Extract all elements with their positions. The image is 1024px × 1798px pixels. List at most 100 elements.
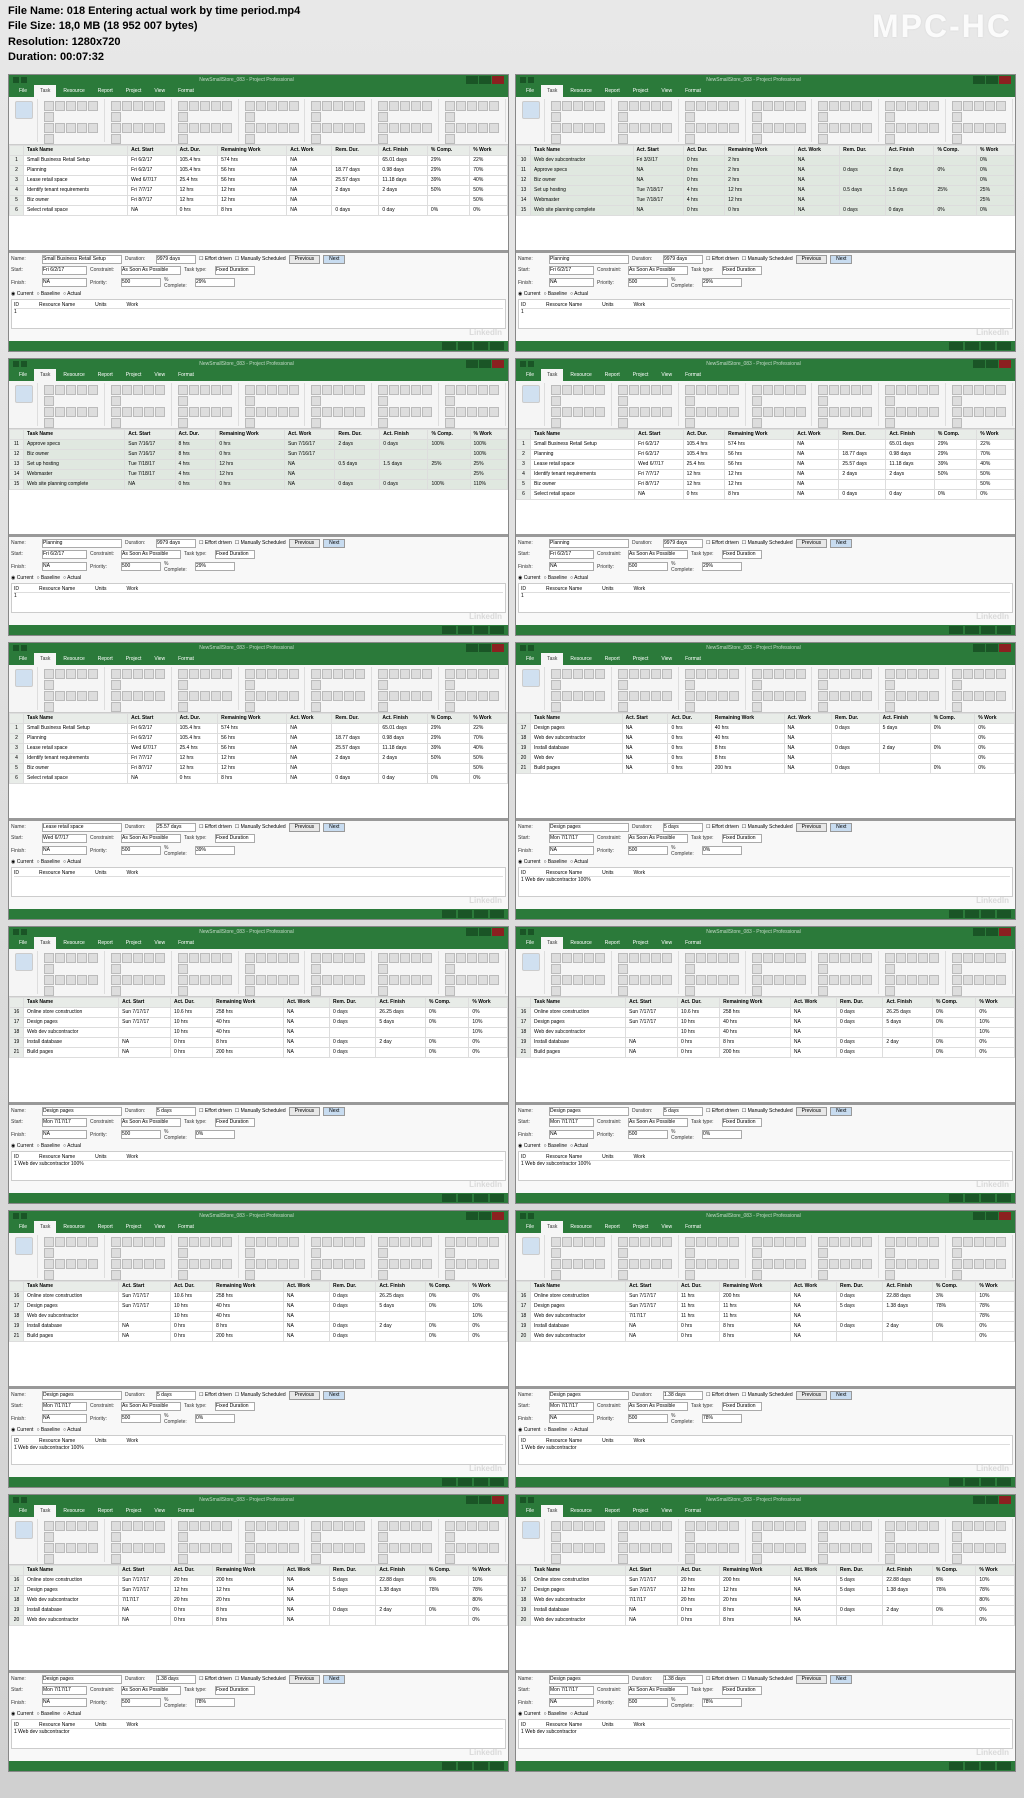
ribbon-button[interactable] <box>311 1270 321 1280</box>
resource-row[interactable]: 1 Web dev subcontractor <box>521 1729 1010 1735</box>
data-cell[interactable]: 0% <box>426 1605 469 1615</box>
data-cell[interactable]: 22% <box>470 155 508 165</box>
ribbon-button[interactable] <box>752 385 762 395</box>
ribbon-button[interactable] <box>862 669 872 679</box>
task-name-cell[interactable]: Biz owner <box>531 175 634 185</box>
ribbon-button[interactable] <box>422 669 432 679</box>
data-cell[interactable]: 4 <box>10 185 24 195</box>
data-cell[interactable]: NA <box>794 155 839 165</box>
ribbon-button[interactable] <box>111 1270 121 1280</box>
duration-input[interactable]: 9979 days <box>156 255 196 264</box>
ribbon-button[interactable] <box>862 385 872 395</box>
data-cell[interactable]: NA <box>790 1321 836 1331</box>
data-cell[interactable]: 12 hrs <box>213 1585 284 1595</box>
table-row[interactable]: 4Identify tenant requirementsFri 7/7/171… <box>10 753 508 763</box>
column-header[interactable] <box>10 1565 24 1575</box>
ribbon-button[interactable] <box>311 953 321 963</box>
baseline-radio[interactable]: ○ Baseline <box>36 1427 60 1433</box>
column-header[interactable]: Act. Work <box>794 145 839 155</box>
ribbon-button[interactable] <box>445 953 455 963</box>
data-cell[interactable]: 200 hrs <box>213 1575 284 1585</box>
ribbon-button[interactable] <box>77 691 87 701</box>
ribbon-button[interactable] <box>189 385 199 395</box>
ribbon-button[interactable] <box>963 669 973 679</box>
ribbon-button[interactable] <box>133 385 143 395</box>
task-name-cell[interactable]: Web dev subcontractor <box>24 1615 119 1625</box>
ribbon-button[interactable] <box>696 407 706 417</box>
ribbon-button[interactable] <box>885 407 895 417</box>
ribbon-button[interactable] <box>178 101 188 111</box>
tab-view[interactable]: View <box>148 369 171 381</box>
ribbon-button[interactable] <box>885 1521 895 1531</box>
data-cell[interactable]: NA <box>794 165 839 175</box>
ribbon-button[interactable] <box>422 691 432 701</box>
ribbon-button[interactable] <box>200 407 210 417</box>
data-cell[interactable]: 40 hrs <box>213 1311 284 1321</box>
resource-row[interactable]: 1 Web dev subcontractor 100% <box>521 877 1010 883</box>
data-cell[interactable]: 18.77 days <box>839 449 886 459</box>
table-row[interactable]: 5Biz ownerFri 8/7/1712 hrs12 hrsNA50% <box>10 763 508 773</box>
data-cell[interactable]: 1 <box>10 723 24 733</box>
ribbon-button[interactable] <box>752 1543 762 1553</box>
tab-resource[interactable]: Resource <box>57 1221 90 1233</box>
data-cell[interactable]: 5 days <box>376 1301 426 1311</box>
data-cell[interactable]: NA <box>790 1595 836 1605</box>
data-cell[interactable]: 0 hrs <box>668 723 711 733</box>
ribbon-button[interactable] <box>707 1521 717 1531</box>
ribbon-button[interactable] <box>189 953 199 963</box>
resource-grid[interactable]: ID Resource Name Units Work 1 Web dev su… <box>518 1719 1013 1749</box>
ribbon-button[interactable] <box>256 101 266 111</box>
task-name-cell[interactable]: Design pages <box>24 1585 119 1595</box>
ribbon-button[interactable] <box>573 123 583 133</box>
data-cell[interactable]: 40 hrs <box>213 1027 284 1037</box>
ribbon-button[interactable] <box>355 101 365 111</box>
ribbon-button[interactable] <box>467 101 477 111</box>
data-cell[interactable] <box>330 1027 376 1037</box>
ribbon-button[interactable] <box>400 669 410 679</box>
ribbon-button[interactable] <box>952 385 962 395</box>
ribbon-button[interactable] <box>707 953 717 963</box>
ribbon-button[interactable] <box>478 953 488 963</box>
ribbon-button[interactable] <box>456 1259 466 1269</box>
ribbon-button[interactable] <box>818 691 828 701</box>
data-cell[interactable]: 25% <box>977 195 1015 205</box>
data-cell[interactable]: 12 hrs <box>725 195 795 205</box>
task-form-pane[interactable]: Name: Planning Duration: 9979 days ☐ Eff… <box>516 251 1015 341</box>
ribbon-button[interactable] <box>389 407 399 417</box>
data-cell[interactable]: 5 <box>10 763 24 773</box>
data-cell[interactable]: 19 <box>517 1605 531 1615</box>
ribbon-button[interactable] <box>378 396 388 406</box>
data-cell[interactable] <box>840 175 886 185</box>
data-cell[interactable]: 70% <box>470 733 508 743</box>
data-cell[interactable]: 8 hrs <box>711 743 784 753</box>
ribbon-button[interactable] <box>77 1543 87 1553</box>
data-cell[interactable]: 200 hrs <box>720 1047 791 1057</box>
name-input[interactable]: Design pages <box>42 1107 122 1116</box>
tasktype-input[interactable]: Fixed Duration <box>215 834 255 843</box>
ribbon-button[interactable] <box>752 112 762 122</box>
data-cell[interactable]: 12 hrs <box>170 1585 212 1595</box>
ribbon-button[interactable] <box>155 669 165 679</box>
next-button[interactable]: Next <box>830 539 852 548</box>
ribbon-button[interactable] <box>952 953 962 963</box>
data-cell[interactable]: 258 hrs <box>213 1291 284 1301</box>
ribbon-button[interactable] <box>133 1237 143 1247</box>
data-cell[interactable]: Fri 6/2/17 <box>128 733 176 743</box>
ribbon-button[interactable] <box>618 1521 628 1531</box>
ribbon-button[interactable] <box>818 101 828 111</box>
previous-button[interactable]: Previous <box>289 1675 320 1684</box>
ribbon-button[interactable] <box>66 1259 76 1269</box>
ribbon-button[interactable] <box>818 1521 828 1531</box>
ribbon-button[interactable] <box>796 953 806 963</box>
ribbon-button[interactable] <box>189 123 199 133</box>
view-icon[interactable] <box>949 1762 963 1770</box>
ribbon-button[interactable] <box>478 385 488 395</box>
ribbon-button[interactable] <box>245 1532 255 1542</box>
ribbon-button[interactable] <box>840 691 850 701</box>
data-cell[interactable]: 8 hrs <box>175 449 216 459</box>
data-cell[interactable]: 0.5 days <box>840 185 886 195</box>
data-cell[interactable]: NA <box>784 733 831 743</box>
data-cell[interactable]: 12 hrs <box>725 185 795 195</box>
view-icon[interactable] <box>474 1478 488 1486</box>
view-icon[interactable] <box>442 626 456 634</box>
